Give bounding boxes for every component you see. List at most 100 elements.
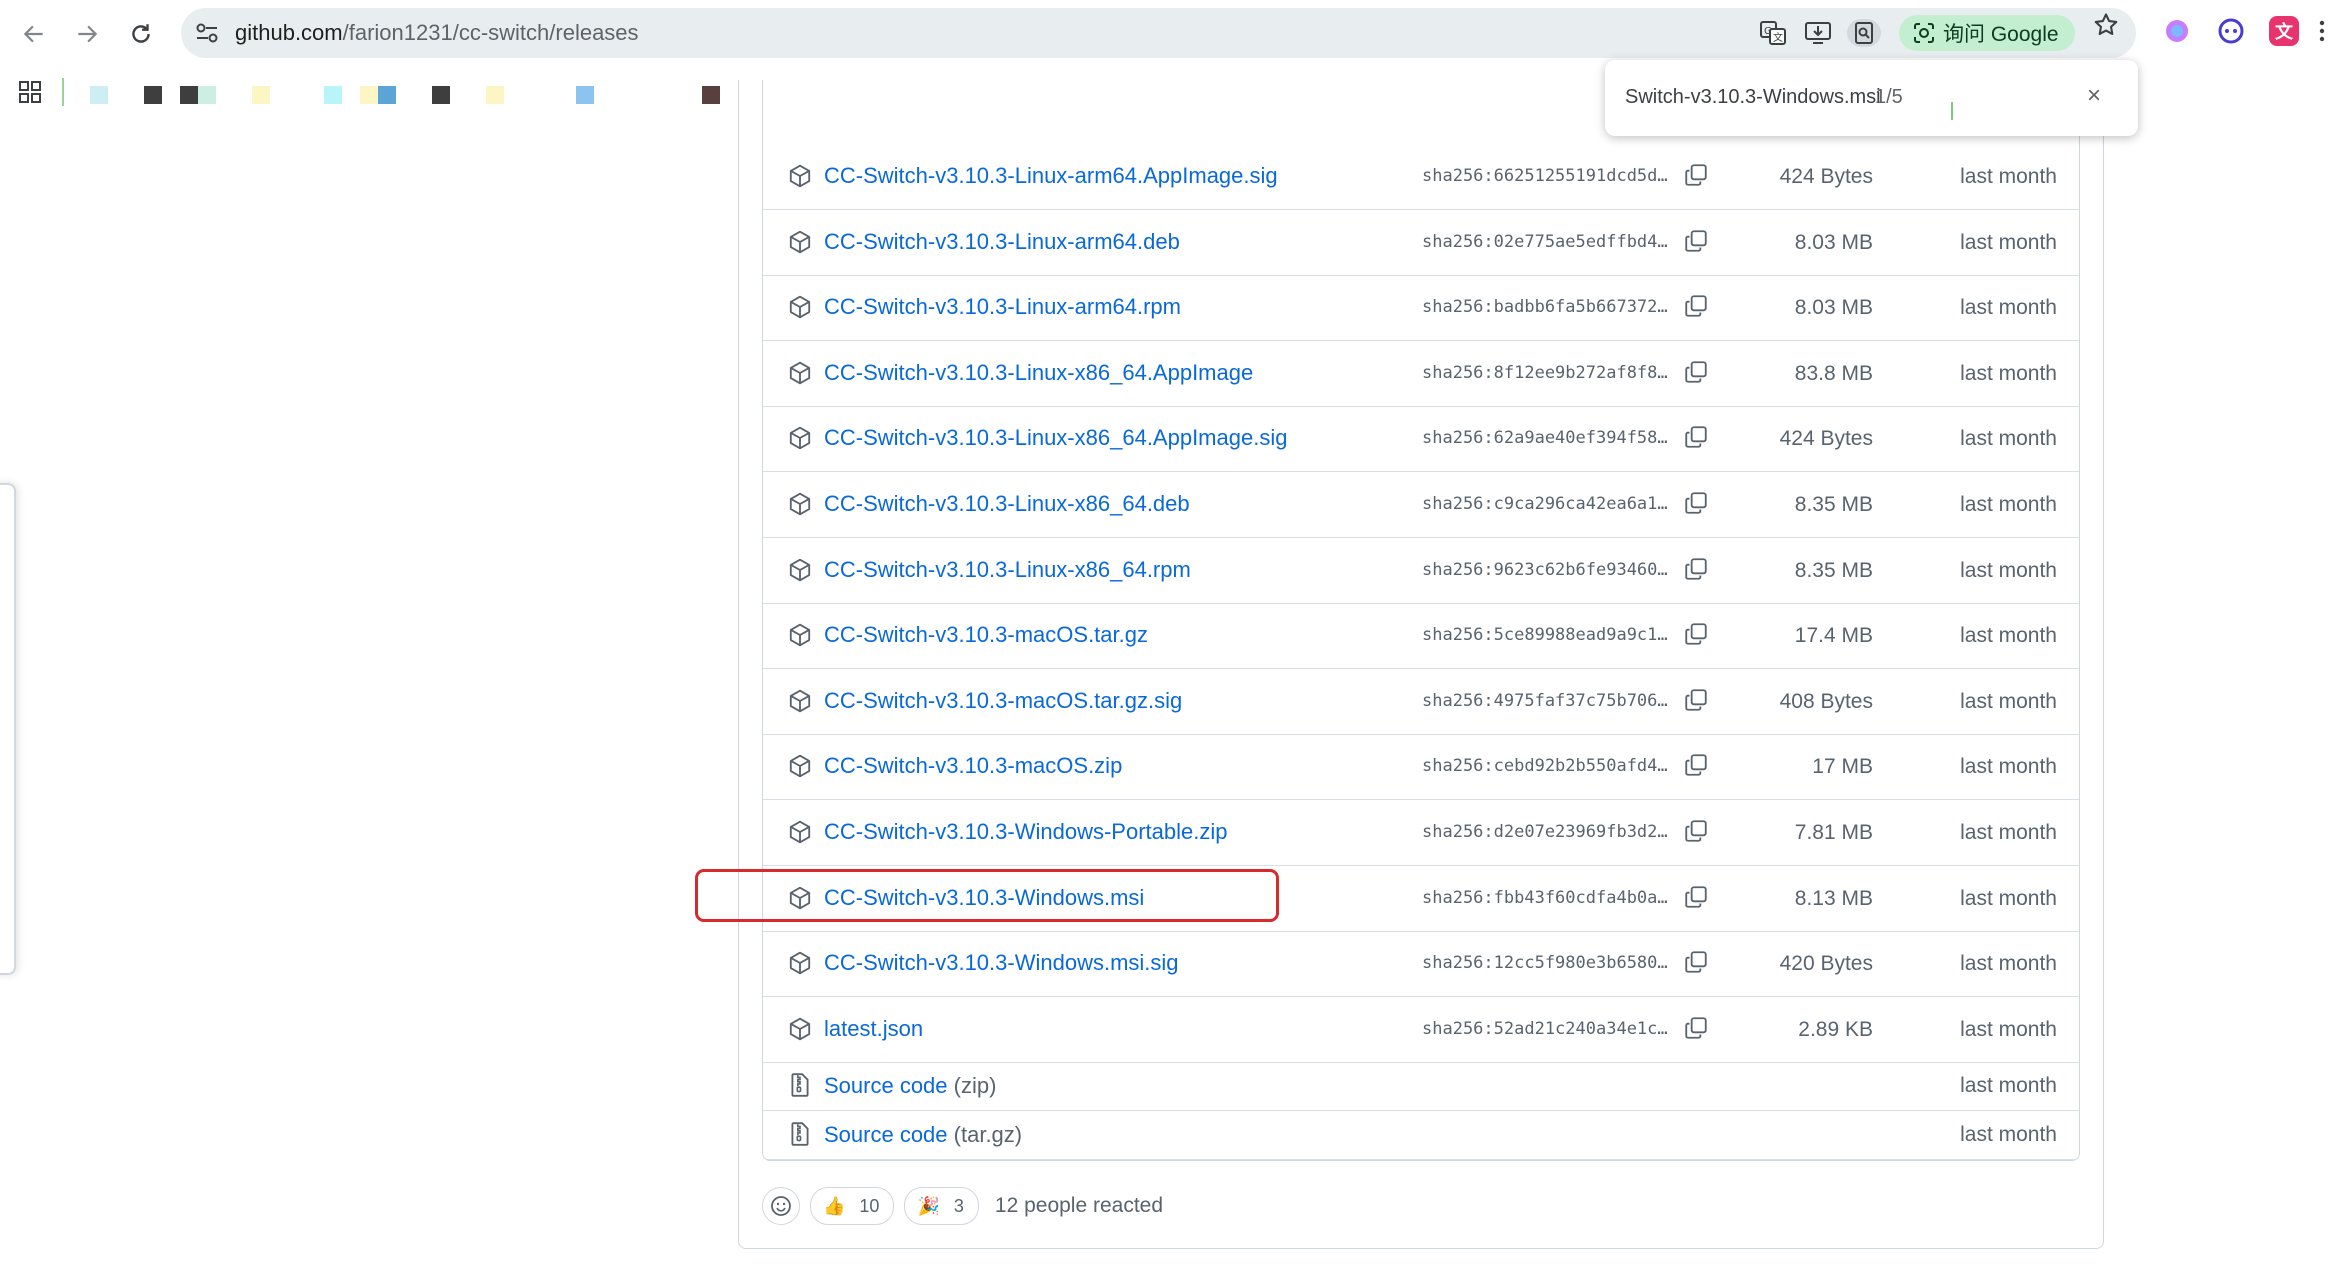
svg-text:G: G <box>1764 26 1772 37</box>
asset-download-link[interactable]: CC-Switch-v3.10.3-Linux-arm64.rpm <box>824 294 1181 320</box>
asset-row: CC-Switch-v3.10.3-Windows.msi.sig sha256:… <box>763 931 2079 997</box>
add-reaction-button[interactable] <box>762 1187 800 1225</box>
reload-button[interactable] <box>121 14 161 54</box>
source-code-link[interactable]: Source code (zip) <box>824 1073 996 1099</box>
extension-gemini[interactable] <box>2162 16 2192 46</box>
source-code-format: (zip) <box>953 1073 997 1098</box>
install-app-button[interactable] <box>1803 19 1833 47</box>
copy-icon[interactable] <box>1683 818 1711 846</box>
bookmark-item[interactable] <box>702 86 720 104</box>
copy-icon[interactable] <box>1683 556 1711 584</box>
download-progress: 1/5 <box>1875 86 1903 108</box>
bookmark-item[interactable] <box>252 86 270 104</box>
lens-button[interactable] <box>1847 19 1881 47</box>
asset-date: last month <box>1960 1018 2057 1041</box>
asset-row: CC-Switch-v3.10.3-Linux-x86_64.deb sha256… <box>763 472 2079 538</box>
extension-translate[interactable]: 文 <box>2269 16 2299 46</box>
site-info-icon[interactable] <box>193 20 221 46</box>
download-progress-bar <box>1951 102 1953 120</box>
asset-date: last month <box>1960 952 2057 975</box>
asset-size: 424 Bytes <box>1779 427 1873 450</box>
bookmark-item[interactable] <box>198 86 216 104</box>
forward-button[interactable] <box>67 14 107 54</box>
copy-icon[interactable] <box>1683 228 1711 256</box>
bookmark-star-button[interactable] <box>2090 10 2122 40</box>
address-bar[interactable]: github.com/farion1231/cc-switch/releases… <box>181 8 2136 58</box>
asset-size: 408 Bytes <box>1779 690 1873 713</box>
asset-digest: sha256:5ce89988ead9a9c13… <box>1422 625 1674 645</box>
source-code-link[interactable]: Source code (tar.gz) <box>824 1122 1022 1148</box>
back-button[interactable] <box>14 14 54 54</box>
asset-download-link[interactable]: CC-Switch-v3.10.3-macOS.tar.gz.sig <box>824 688 1182 714</box>
asset-download-link[interactable]: CC-Switch-v3.10.3-Windows.msi.sig <box>824 950 1179 976</box>
copy-icon[interactable] <box>1683 162 1711 190</box>
reload-icon <box>132 24 150 43</box>
asset-row: CC-Switch-v3.10.3-Linux-arm64.deb sha256:… <box>763 210 2079 276</box>
asset-digest: sha256:badbb6fa5b6673722… <box>1422 297 1674 317</box>
source-code-label: Source code <box>824 1073 948 1098</box>
source-code-date: last month <box>1960 1074 2057 1097</box>
package-icon <box>787 163 813 189</box>
bookmark-item[interactable] <box>324 86 342 104</box>
bookmark-item[interactable] <box>90 86 108 104</box>
copy-icon[interactable] <box>1683 884 1711 912</box>
asset-download-link[interactable]: CC-Switch-v3.10.3-Windows-Portable.zip <box>824 819 1227 845</box>
bookmark-item[interactable] <box>144 86 162 104</box>
asset-download-link[interactable]: latest.json <box>824 1016 923 1042</box>
asset-download-link[interactable]: CC-Switch-v3.10.3-Linux-arm64.deb <box>824 229 1180 255</box>
asset-digest: sha256:02e775ae5edffbd4c… <box>1422 232 1674 252</box>
apps-grid-icon[interactable] <box>16 78 44 106</box>
party-popper-icon: 🎉 <box>917 1195 940 1216</box>
asset-download-link[interactable]: CC-Switch-v3.10.3-macOS.tar.gz <box>824 622 1148 648</box>
arrow-right-icon <box>78 25 98 43</box>
asset-digest: sha256:cebd92b2b550afd4e… <box>1422 756 1674 776</box>
reaction-thumbs-up[interactable]: 👍 10 <box>810 1187 895 1225</box>
package-icon <box>787 688 813 714</box>
asset-download-link[interactable]: CC-Switch-v3.10.3-Linux-arm64.AppImage.s… <box>824 163 1278 189</box>
bookmark-item[interactable] <box>576 86 594 104</box>
asset-download-link[interactable]: CC-Switch-v3.10.3-Linux-x86_64.AppImage.… <box>824 425 1287 451</box>
star-icon <box>2094 13 2118 36</box>
lens-camera-icon <box>1914 23 1934 43</box>
bookmark-item[interactable] <box>486 86 504 104</box>
copy-icon[interactable] <box>1683 424 1711 452</box>
browser-toolbar: github.com/farion1231/cc-switch/releases… <box>0 0 2331 66</box>
ask-google-button[interactable]: 询问 Google <box>1899 15 2075 51</box>
asset-digest: sha256:8f12ee9b272af8f85… <box>1422 363 1674 383</box>
translate-extension-icon: 文 <box>2275 22 2293 42</box>
asset-size: 8.13 MB <box>1794 887 1873 910</box>
svg-text:文: 文 <box>1773 31 1783 44</box>
asset-date: last month <box>1960 165 2057 188</box>
extensions-menu[interactable] <box>2315 16 2329 46</box>
copy-icon[interactable] <box>1683 687 1711 715</box>
copy-icon[interactable] <box>1683 621 1711 649</box>
copy-icon[interactable] <box>1683 1015 1711 1043</box>
more-icon <box>2319 20 2325 42</box>
source-code-row: Source code (tar.gz) last month <box>763 1111 2079 1160</box>
url-text[interactable]: github.com/farion1231/cc-switch/releases <box>235 18 639 48</box>
bookmark-item[interactable] <box>180 86 198 104</box>
download-bubble[interactable]: Switch-v3.10.3-Windows.msi 1/5 × <box>1605 60 2138 136</box>
asset-download-link[interactable]: CC-Switch-v3.10.3-Linux-x86_64.AppImage <box>824 360 1253 386</box>
copy-icon[interactable] <box>1683 949 1711 977</box>
url-path: /farion1231/cc-switch/releases <box>342 20 639 45</box>
package-icon <box>787 229 813 255</box>
translate-button[interactable]: G文 <box>1758 19 1788 47</box>
close-icon[interactable]: × <box>2087 82 2101 110</box>
extension-robot[interactable] <box>2216 16 2246 46</box>
asset-download-link[interactable]: CC-Switch-v3.10.3-macOS.zip <box>824 753 1122 779</box>
asset-download-link[interactable]: CC-Switch-v3.10.3-Linux-x86_64.rpm <box>824 557 1191 583</box>
asset-download-link[interactable]: CC-Switch-v3.10.3-Linux-x86_64.deb <box>824 491 1190 517</box>
copy-icon[interactable] <box>1683 293 1711 321</box>
bookmark-item[interactable] <box>378 86 396 104</box>
asset-date: last month <box>1960 559 2057 582</box>
package-icon <box>787 819 813 845</box>
reaction-hooray[interactable]: 🎉 3 <box>904 1187 979 1225</box>
bookmark-item[interactable] <box>432 86 450 104</box>
asset-date: last month <box>1960 624 2057 647</box>
asset-row: CC-Switch-v3.10.3-Linux-x86_64.rpm sha256… <box>763 538 2079 604</box>
copy-icon[interactable] <box>1683 359 1711 387</box>
bookmark-item[interactable] <box>360 86 378 104</box>
copy-icon[interactable] <box>1683 752 1711 780</box>
copy-icon[interactable] <box>1683 490 1711 518</box>
